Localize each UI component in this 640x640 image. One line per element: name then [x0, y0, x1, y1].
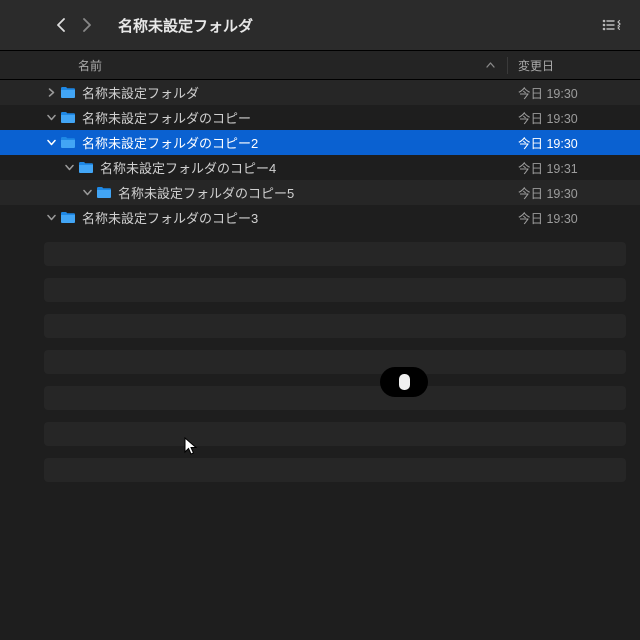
group-button[interactable] — [596, 13, 626, 37]
empty-row — [44, 278, 626, 302]
folder-icon — [58, 211, 82, 224]
folder-row[interactable]: 名称未設定フォルダのコピー5今日 19:30 — [0, 180, 640, 205]
item-date: 今日 19:30 — [518, 133, 626, 152]
file-list: 名称未設定フォルダ今日 19:30名称未設定フォルダのコピー今日 19:30名称… — [0, 80, 640, 482]
folder-icon — [76, 161, 100, 174]
empty-row — [44, 314, 626, 338]
empty-row — [44, 386, 626, 410]
folder-row[interactable]: 名称未設定フォルダのコピー2今日 19:30 — [0, 130, 640, 155]
toolbar-right — [596, 13, 626, 37]
column-headers: 名前 変更日 — [0, 51, 640, 80]
item-name: 名称未設定フォルダのコピー — [82, 108, 518, 127]
disclosure-triangle-icon[interactable] — [44, 138, 58, 147]
folder-icon — [58, 111, 82, 124]
empty-row — [44, 458, 626, 482]
disclosure-triangle-icon[interactable] — [44, 88, 58, 97]
folder-row[interactable]: 名称未設定フォルダのコピー3今日 19:30 — [0, 205, 640, 230]
item-name: 名称未設定フォルダ — [82, 83, 518, 102]
folder-row[interactable]: 名称未設定フォルダ今日 19:30 — [0, 80, 640, 105]
item-date: 今日 19:30 — [518, 108, 626, 127]
back-button[interactable] — [48, 12, 74, 38]
item-name: 名称未設定フォルダのコピー4 — [100, 158, 518, 177]
folder-icon — [58, 86, 82, 99]
empty-row — [44, 350, 626, 374]
disclosure-triangle-icon[interactable] — [44, 213, 58, 222]
item-name: 名称未設定フォルダのコピー2 — [82, 133, 518, 152]
item-date: 今日 19:30 — [518, 83, 626, 102]
item-date: 今日 19:30 — [518, 208, 626, 227]
item-date: 今日 19:30 — [518, 183, 626, 202]
folder-row[interactable]: 名称未設定フォルダのコピー今日 19:30 — [0, 105, 640, 130]
item-date: 今日 19:31 — [518, 158, 626, 177]
disclosure-triangle-icon[interactable] — [44, 113, 58, 122]
window-title: 名称未設定フォルダ — [118, 15, 596, 36]
folder-icon — [94, 186, 118, 199]
item-name: 名称未設定フォルダのコピー5 — [118, 183, 518, 202]
sort-indicator-icon — [486, 62, 495, 68]
empty-row — [44, 422, 626, 446]
forward-button[interactable] — [74, 12, 100, 38]
disclosure-triangle-icon[interactable] — [62, 163, 76, 172]
item-name: 名称未設定フォルダのコピー3 — [82, 208, 518, 227]
empty-row — [44, 242, 626, 266]
folder-icon — [58, 136, 82, 149]
column-header-modified-label: 変更日 — [518, 59, 554, 73]
column-header-modified[interactable]: 変更日 — [507, 57, 626, 74]
titlebar: 名称未設定フォルダ — [0, 0, 640, 51]
disclosure-triangle-icon[interactable] — [80, 188, 94, 197]
folder-row[interactable]: 名称未設定フォルダのコピー4今日 19:31 — [0, 155, 640, 180]
column-header-name-label: 名前 — [78, 57, 102, 74]
column-header-name[interactable]: 名前 — [78, 57, 507, 74]
